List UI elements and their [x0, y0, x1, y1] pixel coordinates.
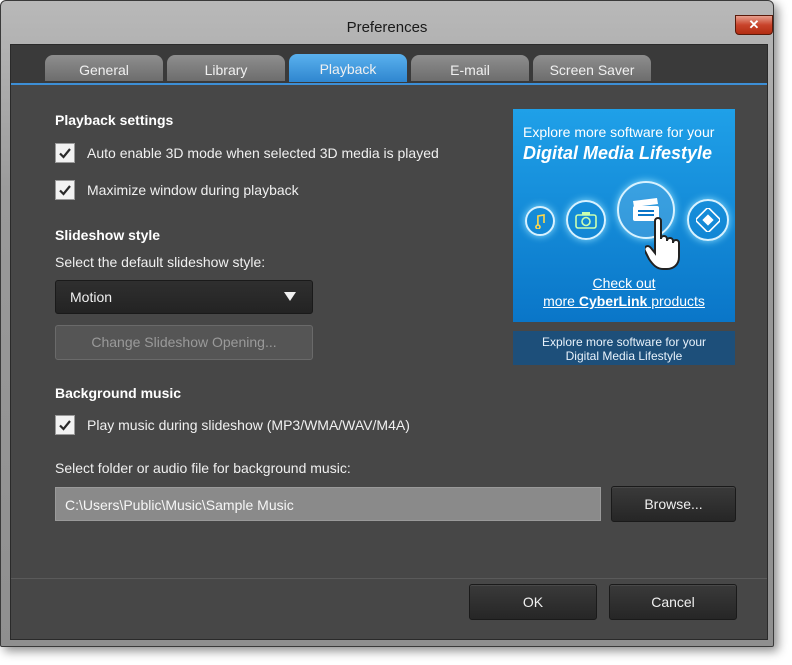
tab-strip: General Library Playback E-mail Screen S…: [11, 45, 767, 85]
ad-subheadline: Digital Media Lifestyle: [523, 143, 713, 163]
music-folder-input[interactable]: C:\Users\Public\Music\Sample Music: [55, 487, 601, 521]
play-music-checkbox[interactable]: [55, 415, 75, 435]
ad-caption-line1: Explore more software for your: [541, 335, 707, 349]
tab-playback[interactable]: Playback: [289, 54, 407, 82]
cyberlink-ad-banner[interactable]: Explore more software for your Digital M…: [513, 109, 735, 322]
cancel-button[interactable]: Cancel: [609, 584, 737, 620]
music-note-icon: [525, 206, 555, 236]
checkmark-icon: [59, 420, 71, 431]
ad-headline: Explore more software for your: [523, 124, 715, 140]
tab-library[interactable]: Library: [167, 55, 285, 81]
ad-more-products-link[interactable]: more CyberLink products: [513, 293, 735, 309]
tab-email[interactable]: E-mail: [411, 55, 529, 81]
play-music-label: Play music during slideshow (MP3/WMA/WAV…: [87, 417, 410, 433]
maximize-option[interactable]: Maximize window during playback: [55, 180, 299, 200]
background-music-heading: Background music: [55, 385, 182, 401]
film-reel-icon: [687, 199, 729, 241]
close-button[interactable]: ✕: [735, 15, 773, 35]
ad-link-suffix: products: [647, 293, 705, 309]
playback-settings-heading: Playback settings: [55, 112, 174, 128]
auto-3d-label: Auto enable 3D mode when selected 3D med…: [87, 145, 439, 161]
ad-caption-line2: Digital Media Lifestyle: [565, 349, 683, 363]
ad-link-prefix: more: [543, 293, 579, 309]
dropdown-arrow-icon: [284, 292, 296, 301]
slideshow-style-dropdown[interactable]: Motion: [55, 280, 313, 314]
ok-button[interactable]: OK: [469, 584, 597, 620]
maximize-checkbox[interactable]: [55, 180, 75, 200]
browse-button[interactable]: Browse...: [611, 486, 736, 522]
slideshow-select-label: Select the default slideshow style:: [55, 254, 266, 270]
tab-screen-saver[interactable]: Screen Saver: [533, 55, 651, 81]
music-folder-label: Select folder or audio file for backgrou…: [55, 460, 351, 476]
preferences-window: Preferences ✕ General Library Playback E…: [0, 0, 774, 647]
ad-check-out-link[interactable]: Check out: [513, 275, 735, 291]
tab-general[interactable]: General: [45, 55, 163, 81]
slideshow-style-heading: Slideshow style: [55, 227, 161, 243]
ad-caption[interactable]: Explore more software for your Digital M…: [513, 331, 735, 365]
change-slideshow-opening-button[interactable]: Change Slideshow Opening...: [55, 325, 313, 360]
close-icon: ✕: [748, 17, 760, 32]
auto-3d-option[interactable]: Auto enable 3D mode when selected 3D med…: [55, 143, 439, 163]
camera-icon: [566, 200, 606, 240]
checkmark-icon: [59, 148, 71, 159]
checkmark-icon: [59, 185, 71, 196]
window-title: Preferences: [346, 19, 428, 36]
dialog-client-area: General Library Playback E-mail Screen S…: [10, 44, 768, 640]
slideshow-style-value: Motion: [70, 289, 113, 305]
auto-3d-checkbox[interactable]: [55, 143, 75, 163]
play-music-option[interactable]: Play music during slideshow (MP3/WMA/WAV…: [55, 415, 410, 435]
ad-brand-name: CyberLink: [578, 293, 648, 309]
pointer-hand-icon: [645, 217, 680, 270]
maximize-label: Maximize window during playback: [87, 182, 299, 198]
title-bar[interactable]: Preferences ✕: [1, 1, 773, 45]
footer-divider: [11, 578, 767, 579]
